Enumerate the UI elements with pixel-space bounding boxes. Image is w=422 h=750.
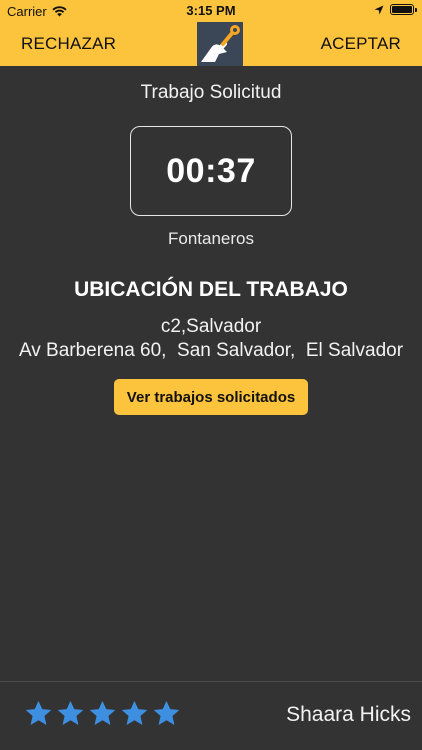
star-icon: [25, 700, 52, 725]
page-title: Trabajo Solicitud: [140, 82, 282, 103]
status-bar: Carrier 3:15 PM: [0, 0, 422, 22]
app-logo: [197, 22, 243, 66]
job-category: Fontaneros: [168, 229, 254, 248]
user-name: Shaara Hicks: [286, 703, 411, 726]
reject-button[interactable]: RECHAZAR: [21, 34, 116, 54]
countdown-timer: 00:37: [130, 126, 292, 216]
rating-stars: [24, 699, 181, 728]
status-time: 3:15 PM: [186, 3, 236, 18]
status-right: [374, 4, 417, 15]
view-requests-button[interactable]: Ver trabajos solicitados: [114, 379, 308, 415]
star-icon: [89, 700, 116, 725]
top-nav-bar: Carrier 3:15 PM RECHAZAR ACEPTAR: [0, 0, 422, 66]
footer-divider: [0, 681, 422, 682]
location-line-1: c2,Salvador: [160, 316, 262, 337]
wrench-hand-logo-icon: [201, 25, 240, 62]
accept-button[interactable]: ACEPTAR: [321, 34, 401, 54]
battery-icon: [390, 4, 417, 15]
location-heading: UBICACIÓN DEL TRABAJO: [74, 278, 348, 301]
star-icon: [153, 700, 180, 725]
star-icon: [121, 700, 148, 725]
location-line-2: Av Barberena 60, San Salvador, El Salvad…: [18, 340, 404, 361]
location-arrow-icon: [374, 5, 384, 14]
timer-value: 00:37: [166, 151, 256, 190]
star-icon: [57, 700, 84, 725]
